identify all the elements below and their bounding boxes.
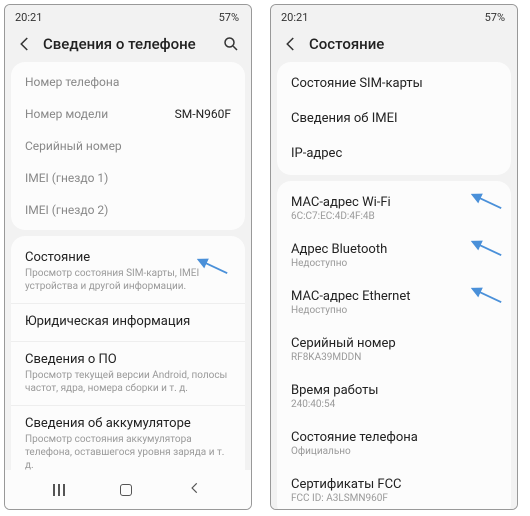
nav-home-button[interactable] xyxy=(120,484,132,496)
status-right: 57% xyxy=(213,11,241,24)
back-icon[interactable] xyxy=(15,34,35,54)
search-icon[interactable] xyxy=(221,34,241,54)
section-details: MAC-адрес Wi-Fi6C:C7:EC:4D:4F:4B Адрес B… xyxy=(277,181,511,509)
row-label: Номер телефона xyxy=(25,75,119,89)
menu-item-software[interactable]: Сведения о ПО Просмотр текущей версии An… xyxy=(11,341,245,405)
battery-text: 57% xyxy=(219,11,239,24)
nav-recent-button[interactable] xyxy=(53,484,65,496)
row-ip-address[interactable]: IP-адрес xyxy=(277,136,511,171)
info-row-model[interactable]: Номер моделиSM-N960F xyxy=(11,98,245,130)
info-row-phone-number[interactable]: Номер телефона xyxy=(11,66,245,98)
phone-left: 20:21 57% Сведения о телефоне Номер теле… xyxy=(4,4,252,510)
section-menu: Состояние Просмотр состояния SIM-карты, … xyxy=(11,236,245,470)
status-right: 57% xyxy=(479,11,507,24)
row-imei-info[interactable]: Сведения об IMEI xyxy=(277,101,511,136)
row-wifi-mac[interactable]: MAC-адрес Wi-Fi6C:C7:EC:4D:4F:4B xyxy=(277,185,511,232)
info-row-imei2[interactable]: IMEI (гнездо 2) xyxy=(11,194,245,226)
back-icon[interactable] xyxy=(281,34,301,54)
section-top: Состояние SIM-карты Сведения об IMEI IP-… xyxy=(277,62,511,175)
page-title: Состояние xyxy=(309,35,507,53)
row-fcc[interactable]: Сертификаты FCCFCC ID: A3LSMN960F xyxy=(277,467,511,509)
menu-item-legal[interactable]: Юридическая информация xyxy=(11,303,245,341)
content-left: Номер телефона Номер моделиSM-N960F Сери… xyxy=(5,62,251,470)
status-time: 20:21 xyxy=(15,11,42,24)
section-info: Номер телефона Номер моделиSM-N960F Сери… xyxy=(11,62,245,230)
status-bar: 20:21 57% xyxy=(5,5,251,26)
row-sim-status[interactable]: Состояние SIM-карты xyxy=(277,66,511,101)
status-time: 20:21 xyxy=(281,11,308,24)
phone-right: 20:21 57% Состояние Состояние SIM-карты … xyxy=(270,4,518,510)
row-uptime[interactable]: Время работы240:40:54 xyxy=(277,373,511,420)
status-bar: 20:21 57% xyxy=(271,5,517,26)
row-bt-address[interactable]: Адрес BluetoothНедоступно xyxy=(277,232,511,279)
content-right: Состояние SIM-карты Сведения об IMEI IP-… xyxy=(271,62,517,509)
page-title: Сведения о телефоне xyxy=(43,35,221,53)
battery-text: 57% xyxy=(485,11,505,24)
menu-item-status[interactable]: Состояние Просмотр состояния SIM-карты, … xyxy=(11,240,245,303)
nav-back-button[interactable] xyxy=(187,480,203,499)
header: Состояние xyxy=(271,26,517,62)
header: Сведения о телефоне xyxy=(5,26,251,62)
nav-bar xyxy=(5,470,251,509)
model-value: SM-N960F xyxy=(175,107,231,121)
row-ethernet-mac[interactable]: MAC-адрес EthernetНедоступно xyxy=(277,279,511,326)
menu-item-battery[interactable]: Сведения об аккумуляторе Просмотр состоя… xyxy=(11,405,245,470)
row-phone-status[interactable]: Состояние телефонаОфициально xyxy=(277,420,511,467)
info-row-serial[interactable]: Серийный номер xyxy=(11,130,245,162)
row-serial[interactable]: Серийный номерRF8KA39MDDN xyxy=(277,326,511,373)
info-row-imei1[interactable]: IMEI (гнездо 1) xyxy=(11,162,245,194)
